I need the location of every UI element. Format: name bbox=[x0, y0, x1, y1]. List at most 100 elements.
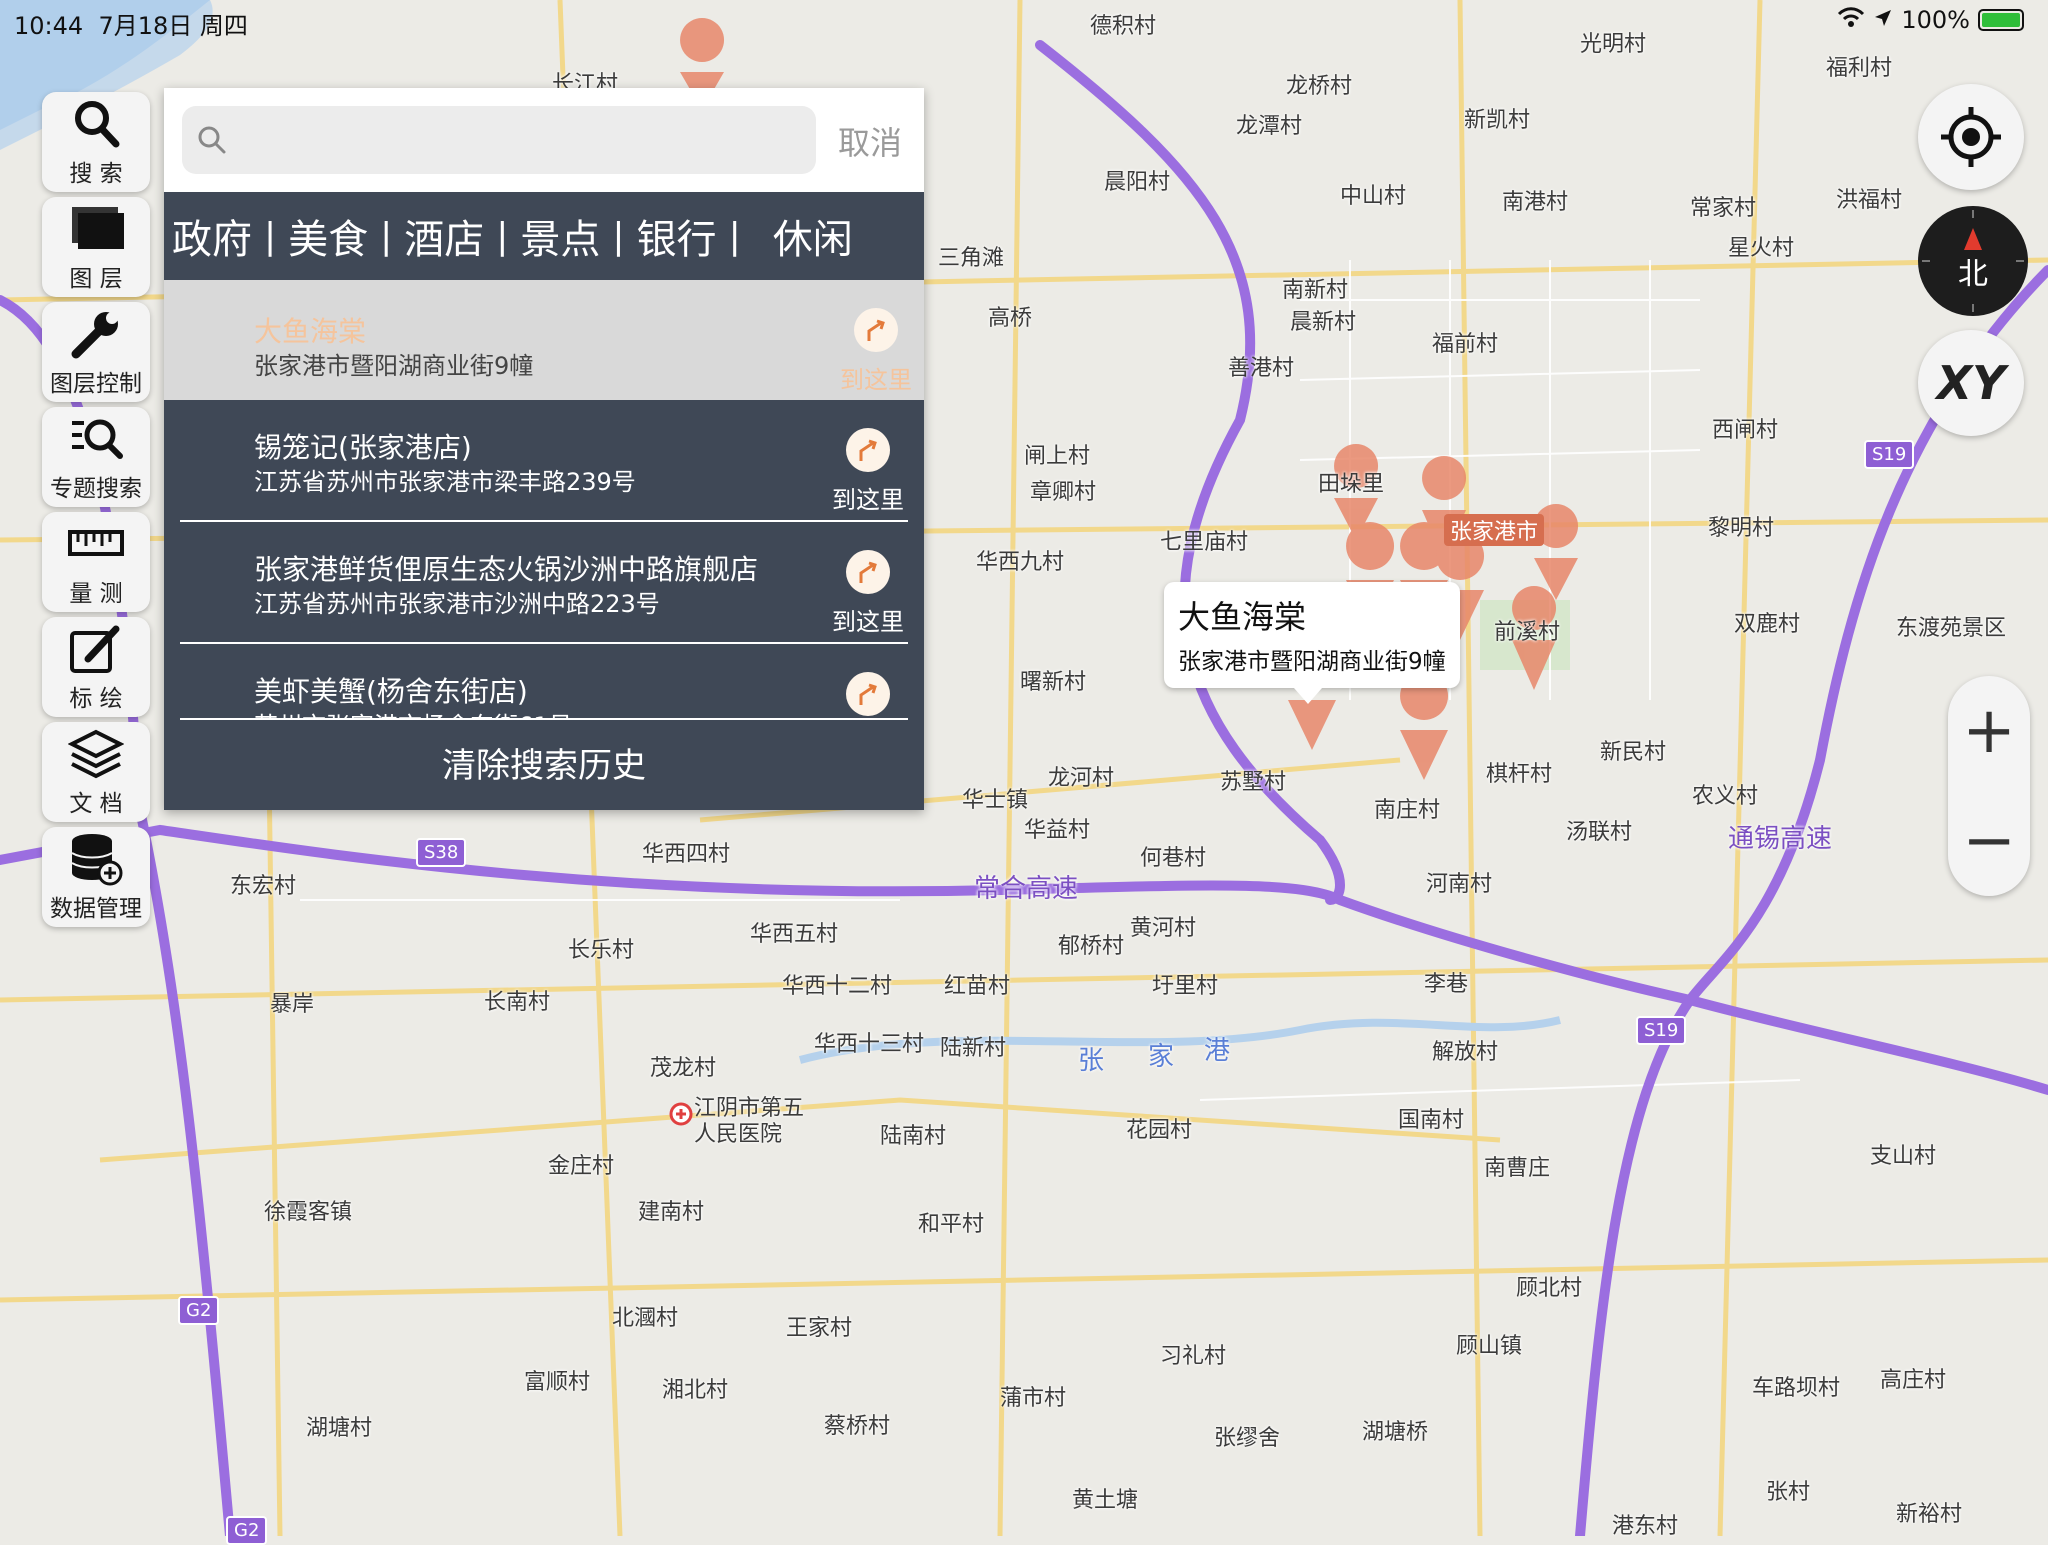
map-label: 章卿村 bbox=[1030, 480, 1097, 505]
compass-north-label: 北 bbox=[1958, 257, 1988, 292]
result-title: 张家港鲜货俚原生态火锅沙洲中路旗舰店 bbox=[254, 553, 759, 586]
map-label: 富顺村 bbox=[524, 1370, 591, 1395]
map-label: 洪福村 bbox=[1836, 188, 1903, 213]
map-label: 张村 bbox=[1766, 1480, 1811, 1505]
locate-button[interactable] bbox=[1918, 84, 2024, 190]
cancel-button[interactable]: 取消 bbox=[838, 118, 902, 164]
zoom-out-button[interactable]: − bbox=[1948, 786, 2030, 896]
navigate-label: 到这里 bbox=[832, 486, 904, 514]
result-item[interactable]: 张家港鲜货俚原生态火锅沙洲中路旗舰店 江苏省苏州市张家港市沙洲中路223号 到这… bbox=[180, 522, 908, 644]
tool-sidebar: 搜 索 图 层 图层控制 专题搜索 量 测 标 绘 文 档 数据管理 bbox=[42, 92, 150, 932]
map-label: 双鹿村 bbox=[1734, 612, 1801, 637]
sidebar-draw-button[interactable]: 标 绘 bbox=[42, 617, 150, 717]
search-icon bbox=[75, 101, 120, 148]
map-label: 晨阳村 bbox=[1104, 170, 1171, 195]
map-label: 湖塘村 bbox=[306, 1416, 373, 1441]
category-leisure[interactable]: 休闲 bbox=[773, 207, 853, 265]
category-separator: | bbox=[496, 215, 509, 257]
category-food[interactable]: 美食 bbox=[288, 207, 368, 265]
result-address: 张家港市暨阳湖商业街9幢 bbox=[254, 352, 534, 380]
map-label: 南曹庄 bbox=[1484, 1156, 1551, 1181]
sidebar-layers-button[interactable]: 图 层 bbox=[42, 197, 150, 297]
map-label: 新凯村 bbox=[1464, 108, 1531, 133]
xy-coordinate-button[interactable]: XY bbox=[1918, 330, 2024, 436]
status-bar: 10:44 7月18日 周四 100% bbox=[0, 0, 2048, 40]
map-label: 何巷村 bbox=[1140, 846, 1207, 871]
result-title: 锡笼记(张家港店) bbox=[254, 431, 472, 464]
category-government[interactable]: 政府 bbox=[172, 207, 252, 265]
map-label: 圩里村 bbox=[1152, 974, 1219, 999]
navigate-button[interactable]: 到这里 bbox=[830, 550, 906, 637]
zoom-in-button[interactable]: + bbox=[1948, 676, 2030, 786]
route-icon bbox=[854, 308, 898, 352]
sidebar-label: 图层控制 bbox=[50, 371, 142, 397]
map-label: 黄河村 bbox=[1130, 916, 1197, 941]
map-label: 顾山镇 bbox=[1456, 1334, 1523, 1359]
sidebar-search-button[interactable]: 搜 索 bbox=[42, 92, 150, 192]
map-label: 北漍村 bbox=[612, 1306, 679, 1331]
wifi-icon bbox=[1837, 6, 1865, 34]
map-label: 闸上村 bbox=[1024, 444, 1091, 469]
map-label: 王家村 bbox=[786, 1316, 853, 1341]
map-label: 河南村 bbox=[1426, 872, 1493, 897]
xy-label: XY bbox=[1936, 356, 2006, 410]
category-separator: | bbox=[612, 215, 625, 257]
map-label: 高庄村 bbox=[1880, 1368, 1947, 1393]
sidebar-documents-button[interactable]: 文 档 bbox=[42, 722, 150, 822]
map-label: 龙潭村 bbox=[1236, 114, 1303, 139]
category-bank[interactable]: 银行 bbox=[637, 207, 717, 265]
navigate-label: 到这里 bbox=[840, 366, 912, 394]
result-address: 苏州市张家港市杨舍东街61号 bbox=[254, 706, 573, 720]
map-label: 华益村 bbox=[1024, 818, 1091, 843]
route-icon bbox=[846, 550, 890, 594]
category-scenic[interactable]: 景点 bbox=[520, 207, 600, 265]
result-title: 大鱼海棠 bbox=[254, 315, 367, 348]
navigate-button[interactable] bbox=[830, 672, 906, 716]
result-item[interactable]: 大鱼海棠 张家港市暨阳湖商业街9幢 到这里 bbox=[164, 280, 924, 400]
map-label: 福前村 bbox=[1432, 332, 1499, 357]
navigate-button[interactable]: 到这里 bbox=[838, 308, 914, 395]
sidebar-label: 数据管理 bbox=[50, 896, 142, 922]
map-label: 和平村 bbox=[918, 1212, 985, 1237]
category-separator: | bbox=[264, 215, 277, 257]
route-icon bbox=[846, 672, 890, 716]
map-label: 张缪舍 bbox=[1214, 1426, 1281, 1451]
sidebar-layer-control-button[interactable]: 图层控制 bbox=[42, 302, 150, 402]
map-label: 习礼村 bbox=[1160, 1344, 1227, 1369]
map-label: 金庄村 bbox=[548, 1154, 615, 1179]
clear-history-button[interactable]: 清除搜索历史 bbox=[164, 722, 924, 810]
sidebar-measure-button[interactable]: 量 测 bbox=[42, 512, 150, 612]
sidebar-topic-search-button[interactable]: 专题搜索 bbox=[42, 407, 150, 507]
search-input[interactable] bbox=[242, 118, 806, 164]
layers-icon bbox=[72, 207, 124, 249]
road-shield: G2 bbox=[178, 1296, 220, 1325]
result-list: 大鱼海棠 张家港市暨阳湖商业街9幢 到这里 锡笼记(张家港店) 江苏省苏州市张家… bbox=[164, 280, 924, 720]
sidebar-data-management-button[interactable]: 数据管理 bbox=[42, 827, 150, 927]
search-field[interactable] bbox=[182, 106, 816, 174]
category-hotel[interactable]: 酒店 bbox=[404, 207, 484, 265]
map-label: 建南村 bbox=[638, 1200, 705, 1225]
search-bar: 取消 bbox=[164, 88, 924, 192]
result-item[interactable]: 美虾美蟹(杨舍东街店) 苏州市张家港市杨舍东街61号 bbox=[180, 644, 908, 720]
map-label: 华士镇 bbox=[962, 788, 1029, 813]
road-shield: G2 bbox=[226, 1516, 268, 1545]
map-label: 高桥 bbox=[988, 306, 1033, 331]
result-address: 江苏省苏州市张家港市梁丰路239号 bbox=[254, 468, 636, 496]
road-shield: S38 bbox=[416, 838, 467, 867]
compass-button[interactable]: 北 bbox=[1918, 206, 2028, 316]
road-shield: S19 bbox=[1636, 1016, 1687, 1045]
map-label: 常家村 bbox=[1690, 196, 1757, 221]
map-label: 陆新村 bbox=[940, 1036, 1007, 1061]
map-label: 南庄村 bbox=[1374, 798, 1441, 823]
result-item[interactable]: 锡笼记(张家港店) 江苏省苏州市张家港市梁丰路239号 到这里 bbox=[180, 400, 908, 522]
map-label: 福利村 bbox=[1826, 56, 1893, 81]
search-icon bbox=[198, 126, 226, 154]
map-label: 田垛里 bbox=[1318, 472, 1385, 497]
map-label: 顾北村 bbox=[1516, 1276, 1583, 1301]
sidebar-label: 专题搜索 bbox=[50, 476, 142, 502]
callout-title: 大鱼海棠 bbox=[1178, 598, 1307, 636]
navigate-button[interactable]: 到这里 bbox=[830, 428, 906, 515]
sidebar-label: 量 测 bbox=[69, 581, 123, 607]
map-label: 苏墅村 bbox=[1220, 770, 1287, 795]
poi-callout[interactable]: 大鱼海棠 张家港市暨阳湖商业街9幢 bbox=[1164, 582, 1460, 704]
